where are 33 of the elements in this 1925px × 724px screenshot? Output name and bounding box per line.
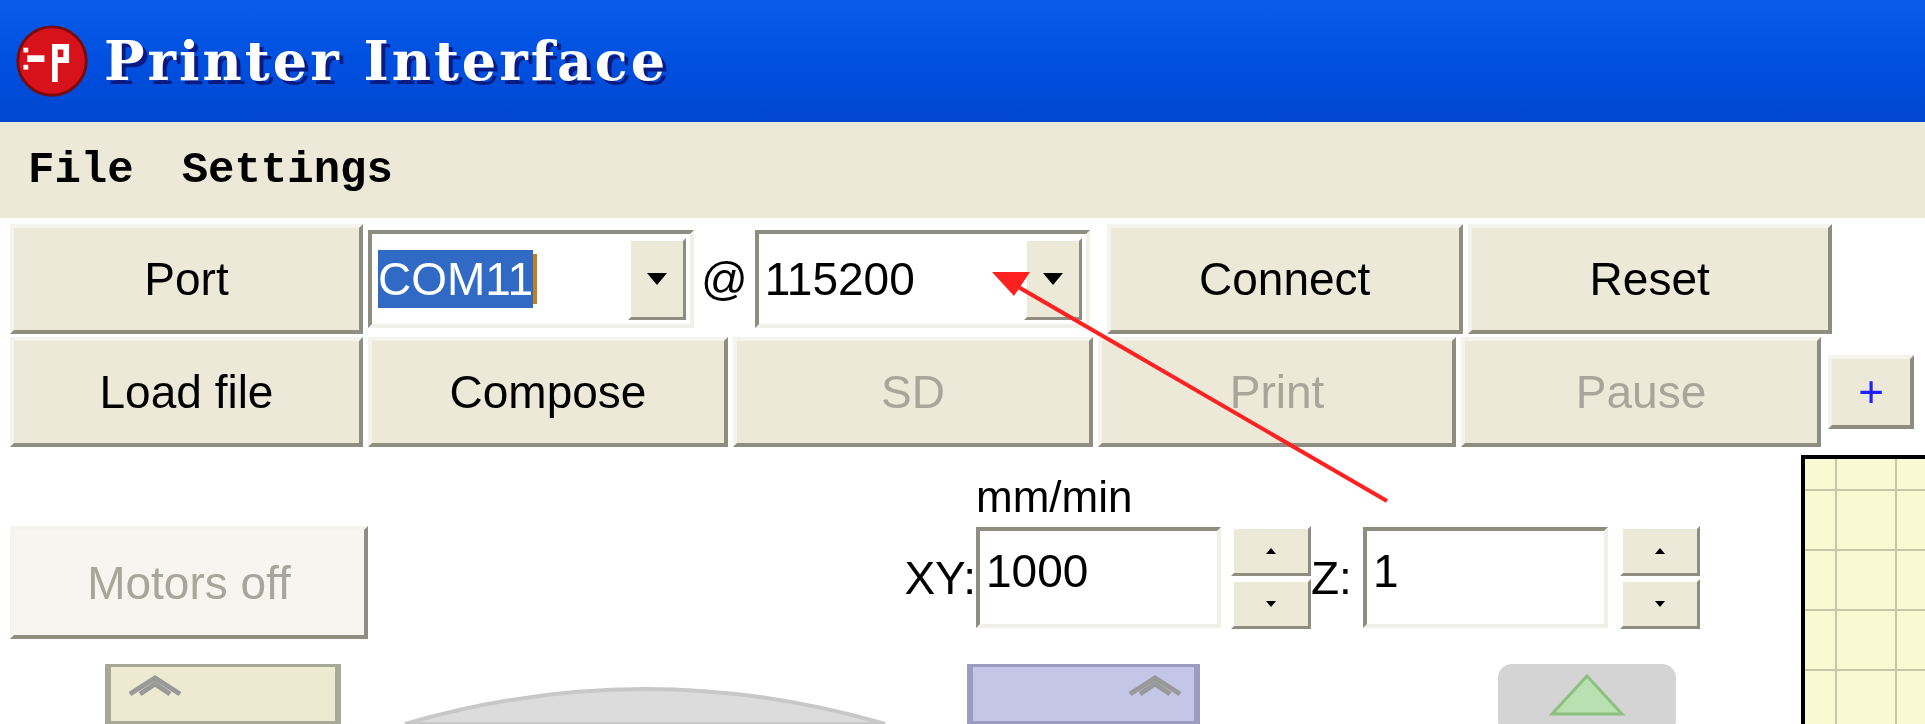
menu-item[interactable]: File bbox=[28, 145, 134, 195]
spin-button[interactable] bbox=[1231, 526, 1311, 629]
port-dropdown[interactable]: COM11 bbox=[368, 230, 694, 328]
unit-label: mm/min bbox=[976, 474, 1134, 520]
dropdown-button[interactable] bbox=[628, 238, 686, 320]
app-icon bbox=[14, 23, 90, 99]
connect-button[interactable]: Connect bbox=[1106, 224, 1463, 334]
input-field[interactable]: 1000 bbox=[976, 527, 1221, 628]
reset-button[interactable]: Reset bbox=[1467, 224, 1832, 334]
down-arrow-icon bbox=[1266, 601, 1276, 607]
up-arrow-icon bbox=[1266, 548, 1276, 554]
toolbar-button[interactable]: Load file bbox=[10, 337, 363, 447]
port-button[interactable]: Port bbox=[10, 224, 363, 334]
spin-button[interactable] bbox=[1620, 526, 1700, 629]
down-arrow-icon bbox=[1655, 601, 1665, 607]
baud-dropdown[interactable]: 115200 bbox=[754, 230, 1090, 328]
dropdown-button[interactable] bbox=[1023, 238, 1082, 320]
home-x-button-drawing[interactable] bbox=[105, 664, 341, 724]
add-button[interactable]: + bbox=[1828, 355, 1914, 429]
menu-item[interactable]: Settings bbox=[181, 145, 393, 195]
window-title: Printer Interface bbox=[104, 29, 669, 93]
baud-value: 115200 bbox=[764, 252, 915, 307]
z-label: Z: bbox=[1311, 550, 1353, 605]
at-sign: @ bbox=[700, 252, 749, 306]
port-value: COM11 bbox=[378, 250, 534, 308]
input-field[interactable]: 1 bbox=[1363, 527, 1608, 628]
caret-icon bbox=[1042, 273, 1063, 285]
jog-wheel-drawing[interactable] bbox=[403, 687, 887, 724]
caret-icon bbox=[647, 273, 667, 285]
up-arrow-icon bbox=[1655, 548, 1665, 554]
toolbar-button[interactable]: Compose bbox=[368, 337, 728, 447]
xy-label: XY: bbox=[903, 550, 976, 605]
home-y-button-drawing[interactable] bbox=[967, 664, 1200, 724]
